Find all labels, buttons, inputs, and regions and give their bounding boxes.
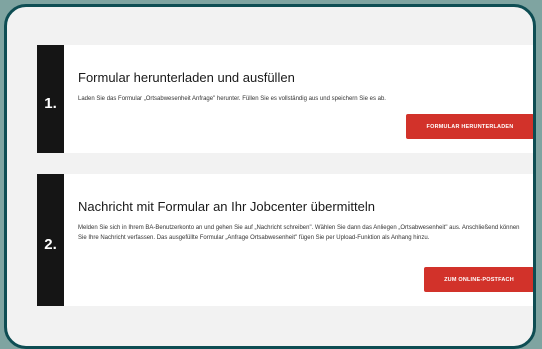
screenshot-frame: 1. Formular herunterladen und ausfüllen … bbox=[4, 4, 536, 349]
online-mailbox-button[interactable]: ZUM ONLINE-POSTFACH bbox=[424, 267, 533, 292]
step-number: 1. bbox=[37, 45, 64, 153]
download-form-button[interactable]: FORMULAR HERUNTERLADEN bbox=[406, 114, 533, 139]
step-card-download: 1. Formular herunterladen und ausfüllen … bbox=[37, 45, 533, 153]
step-card-send-message: 2. Nachricht mit Formular an Ihr Jobcent… bbox=[37, 174, 533, 306]
step-description: Melden Sie sich in Ihrem BA-Benutzerkont… bbox=[78, 225, 520, 241]
step-number: 2. bbox=[37, 174, 64, 306]
step-description: Laden Sie das Formular „Ortsabwesenheit … bbox=[78, 96, 386, 102]
step-title: Formular herunterladen und ausfüllen bbox=[78, 70, 295, 85]
step-title: Nachricht mit Formular an Ihr Jobcenter … bbox=[78, 199, 375, 214]
